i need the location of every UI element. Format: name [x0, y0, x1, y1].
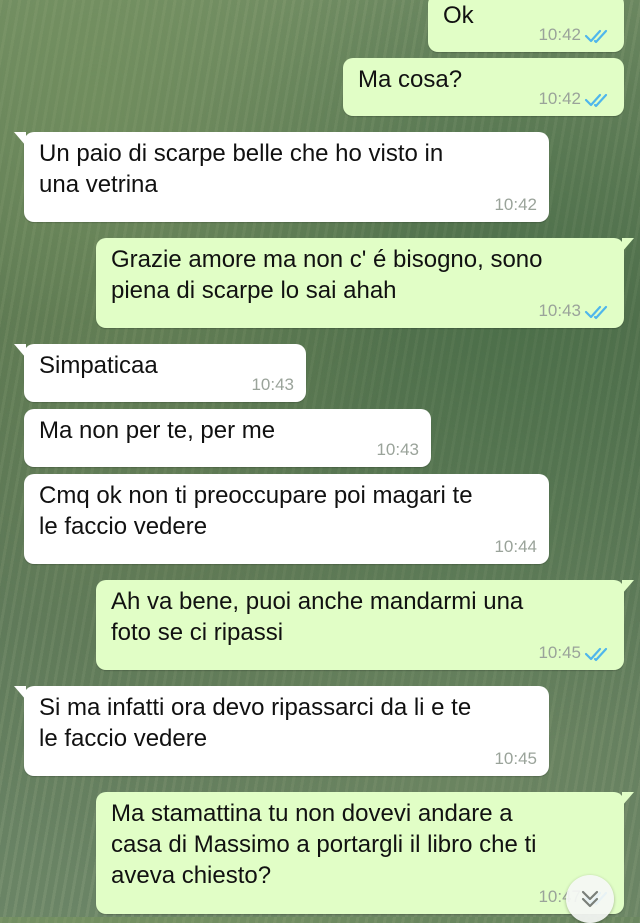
message-text: Grazie amore ma non c' é bisogno, sono p… — [111, 246, 543, 304]
double-check-icon — [584, 305, 608, 319]
message-meta: 10:45 — [494, 749, 537, 769]
message-bubble-outgoing[interactable]: Ah va bene, puoi anche mandarmi una foto… — [96, 580, 634, 670]
message-meta: 10:43 — [376, 440, 419, 460]
message-time: 10:44 — [494, 537, 537, 556]
message-time: 10:43 — [251, 375, 294, 394]
message-time: 10:45 — [538, 643, 581, 662]
message-text: Ma non per te, per me — [39, 417, 276, 444]
message-meta: 10:45 — [538, 643, 612, 663]
message-meta: 10:42 — [538, 25, 612, 45]
message-bubble-incoming[interactable]: Cmq ok non ti preoccupare poi magari te … — [24, 474, 549, 564]
message-bubble-outgoing[interactable]: Ma stamattina tu non dovevi andare a cas… — [96, 792, 634, 914]
message-meta: 10:42 — [494, 195, 537, 215]
chevron-down-double-icon — [581, 890, 599, 908]
message-time: 10:42 — [494, 195, 537, 214]
message-time: 10:43 — [538, 301, 581, 320]
message-bubble-incoming[interactable]: Ma non per te, per me 10:43 — [24, 409, 431, 467]
message-text: Un paio di scarpe belle che ho visto in … — [39, 140, 444, 198]
message-meta: 10:43 — [538, 301, 612, 321]
message-bubble-outgoing[interactable]: Ok 10:42 — [428, 0, 624, 52]
message-time: 10:45 — [494, 749, 537, 768]
message-bubble-incoming[interactable]: Simpaticaa 10:43 — [14, 344, 306, 402]
double-check-icon — [584, 647, 608, 661]
message-text: Si ma infatti ora devo ripassarci da li … — [39, 694, 472, 752]
message-text: Cmq ok non ti preoccupare poi magari te … — [39, 482, 473, 540]
chat-message-list[interactable]: Ok 10:42 Ma cosa? 10:42 Un paio di scarp… — [0, 0, 640, 923]
scroll-to-bottom-button[interactable] — [566, 875, 614, 923]
message-time: 10:43 — [376, 440, 419, 459]
message-bubble-incoming[interactable]: Un paio di scarpe belle che ho visto in … — [14, 132, 549, 222]
message-text: Ma stamattina tu non dovevi andare a cas… — [111, 800, 537, 889]
message-text: Ah va bene, puoi anche mandarmi una foto… — [111, 588, 524, 646]
message-meta: 10:42 — [538, 89, 612, 109]
message-bubble-outgoing[interactable]: Ma cosa? 10:42 — [343, 58, 624, 116]
message-time: 10:42 — [538, 25, 581, 44]
message-meta: 10:43 — [251, 375, 294, 395]
message-bubble-outgoing[interactable]: Grazie amore ma non c' é bisogno, sono p… — [96, 238, 634, 328]
double-check-icon — [584, 29, 608, 43]
double-check-icon — [584, 93, 608, 107]
message-meta: 10:44 — [494, 537, 537, 557]
message-time: 10:42 — [538, 89, 581, 108]
message-bubble-incoming[interactable]: Si ma infatti ora devo ripassarci da li … — [14, 686, 549, 776]
